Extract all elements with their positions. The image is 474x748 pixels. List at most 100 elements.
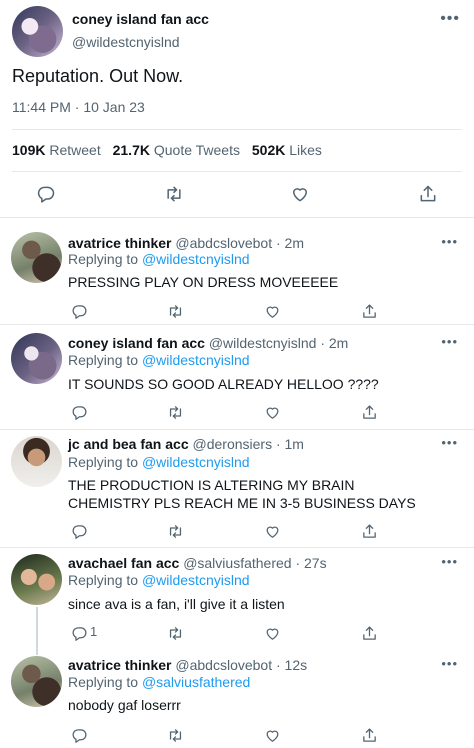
more-icon[interactable]: ••• (441, 435, 458, 450)
reply-header: jc and bea fan acc @deronsiers · 1m (68, 436, 304, 452)
tweet-text: nobody gaf loserrr (68, 697, 181, 713)
retweet-stat[interactable]: 109K Retweet (12, 142, 101, 158)
reply-header: avachael fan acc @salviusfathered · 27s (68, 555, 327, 571)
mention-link[interactable]: @wildestcnyislnd (142, 572, 250, 588)
mention-link[interactable]: @wildestcnyislnd (142, 352, 250, 368)
replying-label: Replying to (68, 674, 139, 690)
reply-tweet[interactable]: jc and bea fan acc @deronsiers · 1m ••• … (0, 430, 474, 547)
tweet-actions (0, 183, 474, 205)
retweet-count: 109K (12, 142, 46, 158)
reply-header: avatrice thinker @abdcslovebot · 12s (68, 657, 307, 673)
retweet-icon[interactable] (164, 300, 186, 322)
reply-tweet[interactable]: avatrice thinker @abdcslovebot · 12s •••… (0, 652, 474, 748)
reply-icon[interactable] (68, 724, 90, 746)
more-icon[interactable]: ••• (441, 554, 458, 569)
avatar[interactable] (11, 554, 62, 605)
likes-count: 502K (251, 142, 286, 158)
share-icon[interactable] (358, 300, 380, 322)
share-icon[interactable] (358, 401, 380, 423)
main-tweet: coney island fan acc @wildestcnyislnd ••… (0, 0, 474, 218)
reply-header: coney island fan acc @wildestcnyislnd · … (68, 335, 348, 351)
tweet-actions (0, 520, 474, 538)
mention-link[interactable]: @salviusfathered (142, 674, 250, 690)
reply-count: 1 (90, 624, 98, 639)
tweet-text: IT SOUNDS SO GOOD ALREADY HELLOO ???? (68, 376, 379, 392)
quote-stat[interactable]: 21.7K Quote Tweets (113, 142, 240, 158)
like-icon[interactable] (261, 622, 283, 644)
mention-link[interactable]: @wildestcnyislnd (142, 454, 250, 470)
tweet-age: · 27s (295, 555, 327, 571)
share-icon[interactable] (358, 724, 380, 746)
reply-tweet[interactable]: avachael fan acc @salviusfathered · 27s … (0, 548, 474, 652)
user-handle[interactable]: @deronsiers (193, 436, 273, 452)
more-icon[interactable]: ••• (441, 234, 458, 249)
reply-icon[interactable] (68, 520, 90, 542)
retweet-icon[interactable] (164, 622, 186, 644)
likes-label: Likes (289, 142, 322, 158)
replying-to: Replying to @wildestcnyislnd (68, 251, 250, 267)
tweet-text: THE PRODUCTION IS ALTERING MY BRAIN CHEM… (68, 477, 416, 511)
user-handle[interactable]: @salviusfathered (183, 555, 291, 571)
tweet-text: PRESSING PLAY ON DRESS MOVEEEEE (68, 274, 339, 290)
display-name[interactable]: avatrice thinker (68, 657, 172, 673)
likes-stat[interactable]: 502K Likes (252, 142, 322, 158)
tweet-age: · 12s (276, 657, 308, 673)
quote-count: 21.7K (112, 142, 150, 158)
mention-link[interactable]: @wildestcnyislnd (142, 251, 250, 267)
retweet-icon[interactable] (164, 520, 186, 542)
more-icon[interactable]: ••• (440, 10, 460, 28)
retweet-icon[interactable] (163, 183, 185, 205)
replying-label: Replying to (68, 572, 139, 588)
display-name[interactable]: avachael fan acc (68, 555, 179, 571)
tweet-age: · 2m (320, 335, 349, 351)
more-icon[interactable]: ••• (441, 334, 458, 349)
user-handle[interactable]: @wildestcnyislnd (72, 34, 180, 50)
retweet-icon[interactable] (164, 401, 186, 423)
replying-label: Replying to (68, 251, 139, 267)
avatar[interactable] (11, 656, 62, 707)
display-name[interactable]: jc and bea fan acc (68, 436, 189, 452)
avatar[interactable] (11, 333, 62, 384)
share-icon[interactable] (358, 622, 380, 644)
display-name[interactable]: coney island fan acc (72, 11, 209, 27)
display-name[interactable]: coney island fan acc (68, 335, 205, 351)
like-icon[interactable] (261, 520, 283, 542)
tweet-actions (0, 724, 474, 742)
replying-to: Replying to @wildestcnyislnd (68, 454, 250, 470)
tweet-text: Reputation. Out Now. (12, 66, 184, 86)
avatar[interactable] (11, 232, 62, 283)
reply-icon[interactable] (68, 622, 90, 644)
tweet-actions (0, 401, 474, 419)
avatar[interactable] (12, 6, 63, 57)
replying-to: Replying to @wildestcnyislnd (68, 572, 250, 588)
reply-icon[interactable] (68, 401, 90, 423)
like-icon[interactable] (261, 724, 283, 746)
like-icon[interactable] (261, 401, 283, 423)
reply-tweet[interactable]: coney island fan acc @wildestcnyislnd · … (0, 325, 474, 429)
retweet-icon[interactable] (164, 724, 186, 746)
divider (12, 171, 462, 172)
tweet-actions: 1 (0, 622, 474, 640)
tweet-timestamp[interactable]: 11:44 PM · 10 Jan 23 (12, 99, 145, 115)
user-handle[interactable]: @wildestcnyislnd (209, 335, 317, 351)
share-icon[interactable] (358, 520, 380, 542)
user-handle[interactable]: @abdcslovebot (175, 235, 272, 251)
tweet-age: · 1m (275, 436, 304, 452)
like-icon[interactable] (289, 183, 311, 205)
replying-to: Replying to @salviusfathered (68, 674, 250, 690)
reply-icon[interactable] (35, 183, 57, 205)
tweet-age: · 2m (276, 235, 304, 251)
tweet-stats: 109K Retweet 21.7K Quote Tweets 502K Lik… (12, 142, 330, 158)
quote-label: Quote Tweets (153, 142, 240, 158)
tweet-text: since ava is a fan, i'll give it a liste… (68, 596, 285, 612)
like-icon[interactable] (261, 300, 283, 322)
retweet-label: Retweet (49, 142, 101, 158)
more-icon[interactable]: ••• (441, 656, 458, 671)
reply-icon[interactable] (68, 300, 90, 322)
share-icon[interactable] (417, 183, 439, 205)
display-name[interactable]: avatrice thinker (68, 235, 172, 251)
user-handle[interactable]: @abdcslovebot (175, 657, 272, 673)
avatar[interactable] (11, 436, 62, 487)
divider (12, 129, 462, 130)
reply-tweet[interactable]: avatrice thinker @abdcslovebot · 2m ••• … (0, 218, 474, 324)
